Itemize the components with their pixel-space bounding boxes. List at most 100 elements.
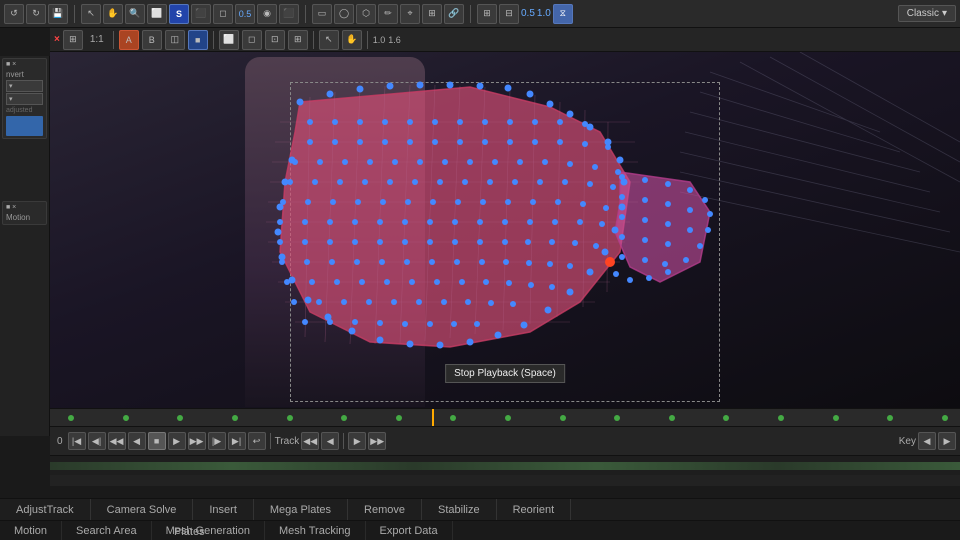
tab-adjust-track[interactable]: AdjustTrack bbox=[0, 499, 91, 520]
align-btn[interactable]: ⊞ bbox=[422, 4, 442, 24]
tc-track-back[interactable]: ◀◀ bbox=[301, 432, 319, 450]
tb2-sep4 bbox=[367, 31, 368, 49]
timeline-ruler[interactable] bbox=[50, 409, 960, 427]
plates-label: Plates bbox=[170, 524, 209, 540]
timeline-area: 0 |◀ ◀| ◀◀ ◀ ■ ▶ ▶▶ |▶ ▶| ↩ Track ◀◀ ◀ ▶… bbox=[50, 408, 960, 486]
ruler-dot bbox=[778, 415, 784, 421]
tc-track-fwd[interactable]: ▶ bbox=[348, 432, 366, 450]
top-toolbar: ↺ ↻ 💾 ↖ ✋ 🔍 ⬜ S ⬛ ◻ 0.5 ◉ ⬛ ▭ ◯ ⬡ ✏ ⌖ ⊞ … bbox=[0, 0, 960, 28]
menu-search-area[interactable]: Search Area bbox=[62, 521, 152, 540]
tb2-btn1[interactable]: ⊞ bbox=[63, 30, 83, 50]
color-bar bbox=[6, 116, 43, 136]
ellipse-btn[interactable]: ◯ bbox=[334, 4, 354, 24]
panel-indicator: ■ × bbox=[6, 61, 16, 68]
mocha-logo[interactable]: S bbox=[169, 4, 189, 24]
highlight-dot bbox=[605, 257, 615, 267]
redo-btn[interactable]: ↻ bbox=[26, 4, 46, 24]
tc-track-fwd2[interactable]: ▶▶ bbox=[368, 432, 386, 450]
tab-camera-solve[interactable]: Camera Solve bbox=[91, 499, 194, 520]
tc-next-key[interactable]: |▶ bbox=[208, 432, 226, 450]
tab-reorient[interactable]: Reorient bbox=[497, 499, 572, 520]
tool9[interactable]: ⬛ bbox=[279, 4, 299, 24]
ruler-dot bbox=[450, 415, 456, 421]
tb2-btn-h[interactable]: ⊞ bbox=[288, 30, 308, 50]
tb2-btn-hand[interactable]: ✋ bbox=[342, 30, 362, 50]
frame-num-right: 1.6 bbox=[388, 35, 401, 45]
tool6[interactable]: ◻ bbox=[213, 4, 233, 24]
tc-sep1 bbox=[270, 433, 271, 449]
ruler-dot bbox=[341, 415, 347, 421]
tool5[interactable]: ⬛ bbox=[191, 4, 211, 24]
tb2-btn-cursor[interactable]: ↖ bbox=[319, 30, 339, 50]
second-toolbar: × ⊞ 1:1 A B ◫ ■ ⬜ ◻ ⊡ ⊞ ↖ ✋ 1.0 1.6 bbox=[50, 28, 960, 52]
zoom-btn[interactable]: 🔍 bbox=[125, 4, 145, 24]
tb2-btn-c[interactable]: ◫ bbox=[165, 30, 185, 50]
tab-stabilize[interactable]: Stabilize bbox=[422, 499, 497, 520]
panel-convert: ■ × nvert ▾ ▾ adjusted bbox=[2, 58, 47, 139]
undo-btn[interactable]: ↺ bbox=[4, 4, 24, 24]
tb2-sep2 bbox=[213, 31, 214, 49]
tab-remove-label: Remove bbox=[364, 504, 405, 516]
ruler-dot bbox=[614, 415, 620, 421]
playhead[interactable] bbox=[432, 409, 434, 426]
tc-key-back[interactable]: ◀ bbox=[918, 432, 936, 450]
save-btn[interactable]: 💾 bbox=[48, 4, 68, 24]
link-btn[interactable]: 🔗 bbox=[444, 4, 464, 24]
close-btn[interactable]: × bbox=[54, 34, 60, 45]
tc-loop[interactable]: ↩ bbox=[248, 432, 266, 450]
ruler-dots bbox=[50, 409, 960, 426]
tb2-btn-b[interactable]: B bbox=[142, 30, 162, 50]
menu-motion-label: Motion bbox=[14, 525, 47, 537]
rect-btn[interactable]: ▭ bbox=[312, 4, 332, 24]
ruler-dot bbox=[560, 415, 566, 421]
menu-mesh-tracking-label: Mesh Tracking bbox=[279, 525, 351, 537]
tc-sep2 bbox=[343, 433, 344, 449]
panel-convert-btn1[interactable]: ▾ bbox=[6, 80, 43, 92]
tc-play-back[interactable]: ◀ bbox=[128, 432, 146, 450]
panel-convert-label: nvert bbox=[6, 70, 43, 79]
tc-track-back2[interactable]: ◀ bbox=[321, 432, 339, 450]
menu-export-data[interactable]: Export Data bbox=[366, 521, 453, 540]
view-btn1[interactable]: ⊞ bbox=[477, 4, 497, 24]
tc-step-fwd[interactable]: ▶▶ bbox=[188, 432, 206, 450]
view-btn2[interactable]: ⊟ bbox=[499, 4, 519, 24]
key-label: Key bbox=[899, 436, 916, 447]
tc-key-fwd[interactable]: ▶ bbox=[938, 432, 956, 450]
tab-mega-plates[interactable]: Mega Plates bbox=[254, 499, 348, 520]
tc-prev-key[interactable]: ◀| bbox=[88, 432, 106, 450]
tracking-mesh bbox=[50, 52, 960, 408]
panel-convert-header: ■ × bbox=[6, 61, 43, 68]
num1: 0.5 bbox=[521, 8, 535, 19]
tc-stop[interactable]: ■ bbox=[148, 432, 166, 450]
tool7[interactable]: 0.5 bbox=[235, 4, 255, 24]
tab-remove[interactable]: Remove bbox=[348, 499, 422, 520]
ruler-dot bbox=[723, 415, 729, 421]
tc-go-end[interactable]: ▶| bbox=[228, 432, 246, 450]
magnet-btn[interactable]: ⌖ bbox=[400, 4, 420, 24]
menu-mesh-tracking[interactable]: Mesh Tracking bbox=[265, 521, 366, 540]
tb2-btn-g[interactable]: ⊡ bbox=[265, 30, 285, 50]
tb2-btn-d[interactable]: ■ bbox=[188, 30, 208, 50]
panel-convert-btn2[interactable]: ▾ bbox=[6, 93, 43, 105]
view-btn3[interactable]: ⧖ bbox=[553, 4, 573, 24]
tab-insert[interactable]: Insert bbox=[193, 499, 254, 520]
tc-play-fwd[interactable]: ▶ bbox=[168, 432, 186, 450]
tooltip-text: Stop Playback (Space) bbox=[454, 368, 556, 379]
select-btn[interactable]: ⬜ bbox=[147, 4, 167, 24]
poly-btn[interactable]: ⬡ bbox=[356, 4, 376, 24]
tb2-btn-f[interactable]: ◻ bbox=[242, 30, 262, 50]
freehand-btn[interactable]: ✏ bbox=[378, 4, 398, 24]
sep3 bbox=[470, 5, 471, 23]
tb2-btn-e[interactable]: ⬜ bbox=[219, 30, 239, 50]
tc-step-back[interactable]: ◀◀ bbox=[108, 432, 126, 450]
track-strip bbox=[50, 455, 960, 475]
pan-btn[interactable]: ✋ bbox=[103, 4, 123, 24]
cursor-btn[interactable]: ↖ bbox=[81, 4, 101, 24]
tb2-btn-a[interactable]: A bbox=[119, 30, 139, 50]
ruler-dot bbox=[942, 415, 948, 421]
viewport: Stop Playback (Space) bbox=[50, 52, 960, 408]
classic-mode-btn[interactable]: Classic ▾ bbox=[898, 5, 956, 22]
tool8[interactable]: ◉ bbox=[257, 4, 277, 24]
menu-motion[interactable]: Motion bbox=[0, 521, 62, 540]
tc-go-start[interactable]: |◀ bbox=[68, 432, 86, 450]
